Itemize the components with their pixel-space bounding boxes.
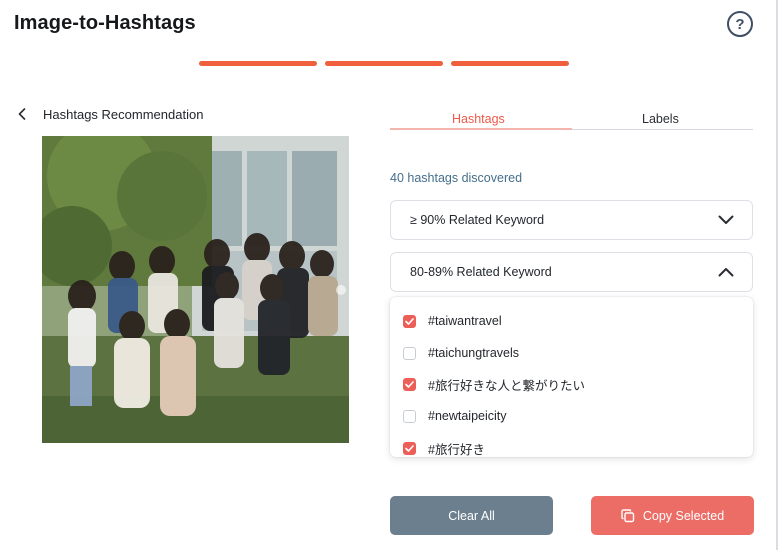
- copy-selected-button[interactable]: Copy Selected: [591, 496, 754, 535]
- tab-labels[interactable]: Labels: [642, 112, 679, 126]
- checkbox[interactable]: [403, 346, 416, 360]
- progress-step-3: [451, 61, 569, 66]
- hashtag-label: #旅行好き: [428, 442, 485, 457]
- list-item[interactable]: #taichungtravels: [403, 343, 519, 363]
- checkbox[interactable]: [403, 409, 416, 423]
- hashtag-label: #newtaipeicity: [428, 409, 507, 423]
- accordion-80-89[interactable]: 80-89% Related Keyword: [390, 252, 753, 292]
- copy-icon: [621, 508, 635, 522]
- section-title: Hashtags Recommendation: [43, 107, 204, 122]
- list-item[interactable]: #旅行好き: [403, 438, 485, 457]
- clear-all-label: Clear All: [448, 508, 495, 523]
- progress-steps: [199, 61, 569, 66]
- chevron-down-icon: [718, 215, 734, 224]
- accordion-label: 80-89% Related Keyword: [410, 265, 552, 279]
- accordion-label: ≥ 90% Related Keyword: [410, 213, 545, 227]
- copy-selected-label: Copy Selected: [642, 508, 725, 523]
- clear-all-button[interactable]: Clear All: [390, 496, 553, 535]
- uploaded-photo: [42, 136, 349, 443]
- list-item[interactable]: #旅行好きな人と繋がりたい: [403, 374, 585, 394]
- hashtag-label: #旅行好きな人と繋がりたい: [428, 378, 585, 393]
- hashtag-label: #taichungtravels: [428, 346, 520, 360]
- back-chevron-icon[interactable]: [14, 105, 30, 123]
- tab-hashtags[interactable]: Hashtags: [452, 112, 505, 126]
- hashtag-label: #taiwantravel: [428, 314, 502, 328]
- checkbox-checked[interactable]: [403, 377, 416, 391]
- checkbox-checked[interactable]: [403, 314, 416, 328]
- checkbox-checked[interactable]: [403, 441, 416, 455]
- accordion-90-plus[interactable]: ≥ 90% Related Keyword: [390, 200, 753, 240]
- app-window: Image-to-Hashtags ? Hashtags Recommendat…: [0, 0, 778, 550]
- help-icon[interactable]: ?: [727, 11, 753, 37]
- chevron-up-icon: [718, 268, 734, 277]
- progress-step-2: [325, 61, 443, 66]
- progress-step-1: [199, 61, 317, 66]
- app-title: Image-to-Hashtags: [14, 12, 196, 34]
- list-item[interactable]: #newtaipeicity: [403, 406, 507, 426]
- hashtag-count: 40 hashtags discovered: [390, 171, 523, 185]
- list-item[interactable]: #taiwantravel: [403, 311, 502, 331]
- hashtag-list: #taiwantravel #taichungtravels #旅行好きな人と繋…: [390, 297, 753, 457]
- tab-active-indicator: [390, 128, 572, 130]
